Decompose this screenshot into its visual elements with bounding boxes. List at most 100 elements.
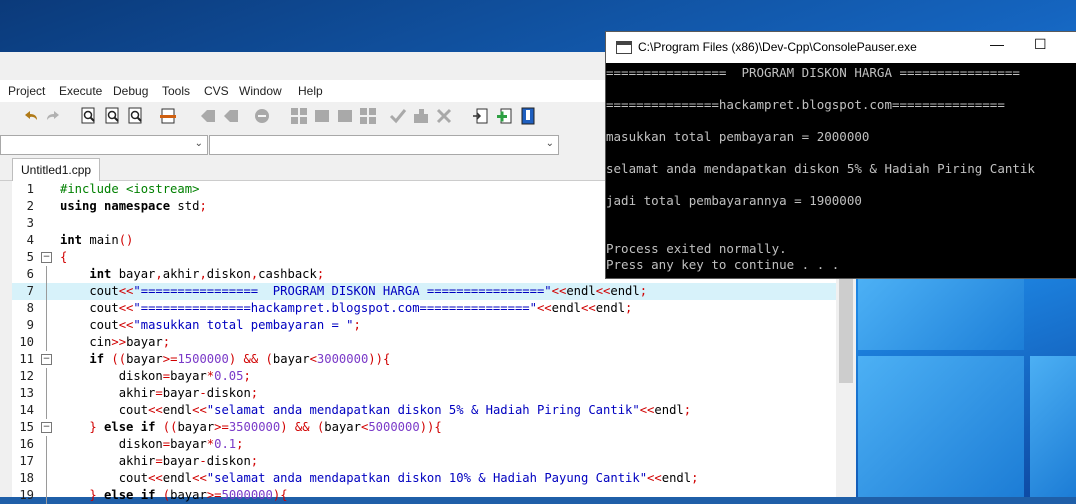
menu-debug[interactable]: Debug [113,84,148,98]
fold-guide [46,317,47,334]
code-line[interactable]: 19 } else if (bayar>=5000000){ [12,487,836,504]
code-text: diskon=bayar*0.1; [60,437,244,451]
line-number: 11 [19,352,34,366]
code-line[interactable]: 11− if ((bayar>=1500000) && (bayar<30000… [12,351,836,368]
code-text: cout<<"masukkan total pembayaran = "; [60,318,361,332]
line-number: 8 [26,301,34,315]
menu-project[interactable]: Project [8,84,45,98]
menu-cvs[interactable]: CVS [204,84,229,98]
code-line[interactable]: 7 cout<<"================ PROGRAM DISKON… [12,283,836,300]
line-number: 7 [26,284,34,298]
redo-icon[interactable] [44,107,62,125]
goto-line-icon[interactable] [159,107,177,125]
code-text: cout<<endl<<"selamat anda mendapatkan di… [60,403,692,417]
code-text: int bayar,akhir,diskon,cashback; [89,267,325,281]
find-next-icon[interactable] [127,107,145,125]
console-title: C:\Program Files (x86)\Dev-Cpp\ConsolePa… [638,40,917,54]
fold-guide [46,368,47,385]
code-line[interactable]: 18 cout<<endl<<"selamat anda mendapatkan… [12,470,836,487]
code-line[interactable]: 16 diskon=bayar*0.1; [12,436,836,453]
code-line[interactable]: 17 akhir=bayar-diskon; [12,453,836,470]
class-combo[interactable]: ⌄ [0,135,208,155]
compile-icon[interactable] [412,107,430,125]
member-combo[interactable]: ⌄ [209,135,559,155]
code-line[interactable]: 9 cout<<"masukkan total pembayaran = "; [12,317,836,334]
fold-guide [46,470,47,487]
console-line: ================ PROGRAM DISKON HARGA ==… [606,65,1020,80]
project-options-icon[interactable] [359,107,377,125]
console-line: masukkan total pembayaran = 2000000 [606,129,870,144]
gutter-strip [0,181,12,497]
code-line[interactable]: 15− } else if ((bayar>=3500000) && (baya… [12,419,836,436]
code-text: cin>>bayar; [60,335,171,349]
undo-icon[interactable] [22,107,40,125]
line-number: 15 [19,420,34,434]
code-text: int main() [60,233,134,247]
find-icon[interactable] [80,107,98,125]
line-number: 14 [19,403,34,417]
menu-execute[interactable]: Execute [59,84,102,98]
console-title-bar[interactable]: C:\Program Files (x86)\Dev-Cpp\ConsolePa… [606,32,1076,63]
line-number: 9 [26,318,34,332]
chevron-down-icon: ⌄ [545,138,554,149]
console-line: Press any key to continue . . . [606,257,840,272]
maximize-icon[interactable]: ☐ [1034,36,1047,53]
code-text: using namespace std; [60,199,207,213]
remove-file-icon[interactable] [336,107,354,125]
menu-window[interactable]: Window [239,84,282,98]
code-text: cout<<"================ PROGRAM DISKON H… [60,284,648,298]
line-number: 1 [26,182,34,196]
code-text: if ((bayar>=1500000) && (bayar<3000000))… [89,352,391,366]
line-number: 18 [19,471,34,485]
console-line: selamat anda mendapatkan diskon 5% & Had… [606,161,1035,176]
code-line[interactable]: 10 cin>>bayar; [12,334,836,351]
add-file-icon[interactable] [313,107,331,125]
code-text: akhir=bayar-diskon; [60,454,259,468]
code-text: } else if (bayar>=5000000){ [89,488,288,502]
windows-logo-pane-right [1030,356,1076,497]
toggle-comment-icon[interactable] [253,107,271,125]
line-number: 13 [19,386,34,400]
menu-help[interactable]: Help [298,84,323,98]
fold-guide [46,385,47,402]
console-window: C:\Program Files (x86)\Dev-Cpp\ConsolePa… [605,31,1076,279]
code-text: { [60,250,68,264]
code-line[interactable]: 12 diskon=bayar*0.05; [12,368,836,385]
line-number: 4 [26,233,34,247]
fold-toggle-icon[interactable]: − [41,252,52,263]
class-browser-icon[interactable] [472,107,490,125]
new-project-icon[interactable] [290,107,308,125]
code-text: diskon=bayar*0.05; [60,369,251,383]
fold-toggle-icon[interactable]: − [41,354,52,365]
line-number: 2 [26,199,34,213]
windows-logo-pane-top [858,278,1024,350]
code-text: cout<<endl<<"selamat anda mendapatkan di… [60,471,699,485]
code-text: } else if ((bayar>=3500000) && (bayar<50… [89,420,442,434]
minimize-icon[interactable]: — [990,36,1004,52]
fold-guide [46,283,47,300]
console-app-icon [616,41,632,54]
fold-guide [46,300,47,317]
fold-guide [46,453,47,470]
windows-logo-pane-bottom [858,356,1024,497]
code-line[interactable]: 14 cout<<endl<<"selamat anda mendapatkan… [12,402,836,419]
tab-untitled1[interactable]: Untitled1.cpp [12,158,101,181]
code-line[interactable]: 13 akhir=bayar-diskon; [12,385,836,402]
menu-tools[interactable]: Tools [162,84,190,98]
bookmark-icon[interactable] [519,107,537,125]
fold-guide [46,487,47,504]
chevron-down-icon: ⌄ [194,138,203,149]
indent-icon[interactable] [199,107,217,125]
line-number: 10 [19,335,34,349]
syntax-check-icon[interactable] [389,107,407,125]
code-text: cout<<"===============hackampret.blogspo… [60,301,633,315]
line-number: 16 [19,437,34,451]
fold-toggle-icon[interactable]: − [41,422,52,433]
add-icon[interactable] [496,107,514,125]
stop-icon[interactable] [435,107,453,125]
fold-guide [46,436,47,453]
unindent-icon[interactable] [222,107,240,125]
code-line[interactable]: 8 cout<<"===============hackampret.blogs… [12,300,836,317]
fold-guide [46,334,47,351]
replace-icon[interactable] [104,107,122,125]
